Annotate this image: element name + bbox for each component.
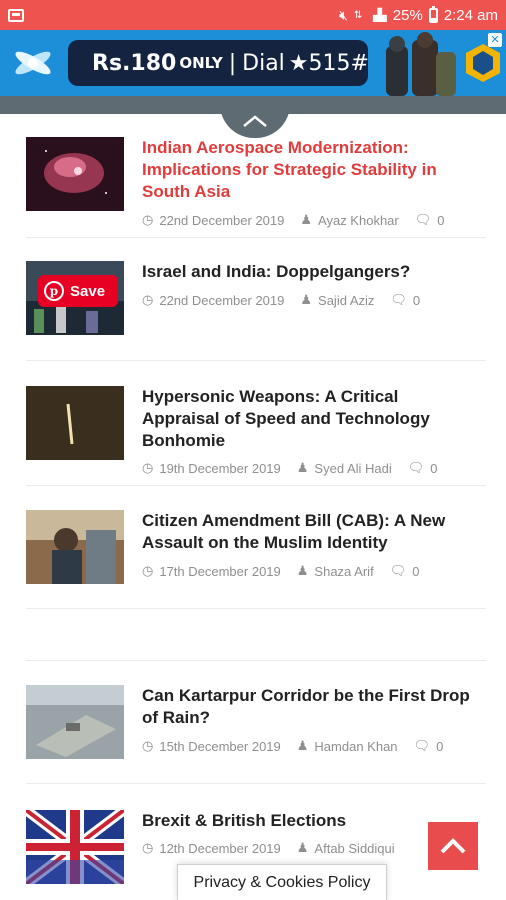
comment-icon[interactable]: 🗨︎ xyxy=(390,563,407,579)
clock: 2:24 am xyxy=(443,6,498,24)
battery-icon xyxy=(428,5,438,23)
article-meta: ◷ 12th December 2019 ♟ Aftab Siddiqui xyxy=(142,840,395,856)
article-title[interactable]: Brexit & British Elections xyxy=(142,810,472,832)
article-date: 15th December 2019 xyxy=(159,738,281,754)
divider xyxy=(26,608,486,609)
chevron-up-icon xyxy=(243,115,267,127)
article-author[interactable]: Sajid Aziz xyxy=(318,293,374,308)
article-meta: ◷ 22nd December 2019 ♟ Sajid Aziz 🗨︎ 0 xyxy=(142,292,420,308)
comment-icon[interactable]: 🗨︎ xyxy=(414,738,431,754)
pinterest-icon: p xyxy=(44,281,64,301)
article-date: 17th December 2019 xyxy=(159,563,281,579)
article-meta: ◷ 15th December 2019 ♟ Hamdan Khan 🗨︎ 0 xyxy=(142,738,443,754)
article-date: 19th December 2019 xyxy=(159,460,281,476)
article-date: 12th December 2019 xyxy=(159,840,281,856)
article-title[interactable]: Israel and India: Doppelgangers? xyxy=(142,261,472,283)
clock-icon: ◷ xyxy=(142,738,154,753)
collapse-header-button[interactable] xyxy=(220,104,290,138)
article-author[interactable]: Shaza Arif xyxy=(314,564,373,579)
close-icon[interactable]: ✕ xyxy=(488,33,502,47)
user-icon: ♟ xyxy=(296,563,309,578)
divider xyxy=(26,660,486,661)
article-thumbnail[interactable] xyxy=(26,386,124,460)
comment-count[interactable]: 0 xyxy=(437,213,444,228)
clock-icon: ◷ xyxy=(142,460,154,475)
ad-game-characters-image xyxy=(386,32,456,96)
status-indicators: 🔇︎ ⇅ ▗▙ 25% 2:24 am xyxy=(339,5,498,24)
ad-price: Rs.180 xyxy=(92,50,177,76)
battery-percent: 25% xyxy=(392,6,423,24)
telenor-logo-icon xyxy=(15,51,51,75)
privacy-cookies-button[interactable]: Privacy & Cookies Policy xyxy=(177,864,387,900)
comment-icon[interactable]: 🗨︎ xyxy=(415,212,432,228)
divider xyxy=(26,360,486,361)
article-title[interactable]: Citizen Amendment Bill (CAB): A New Assa… xyxy=(142,510,472,554)
divider xyxy=(26,485,486,486)
clock-icon: ◷ xyxy=(142,292,154,307)
ad-dial-code: ★515# xyxy=(288,50,369,76)
mute-icon: 🔇︎ xyxy=(339,6,348,23)
clock-icon: ◷ xyxy=(142,840,154,855)
ad-price-suffix: ONLY xyxy=(179,54,223,72)
user-icon: ♟ xyxy=(300,292,313,307)
ad-separator: | xyxy=(228,50,237,76)
article-meta: ◷ 19th December 2019 ♟ Syed Ali Hadi 🗨︎ … xyxy=(142,460,438,476)
status-bar: 🔇︎ ⇅ ▗▙ 25% 2:24 am xyxy=(0,0,506,30)
user-icon: ♟ xyxy=(296,840,309,855)
comment-count[interactable]: 0 xyxy=(436,739,443,754)
pinterest-save-button[interactable]: p Save xyxy=(38,275,118,307)
user-icon: ♟ xyxy=(300,212,313,227)
clock-icon: ◷ xyxy=(142,563,154,578)
comment-icon[interactable]: 🗨︎ xyxy=(408,460,425,476)
comment-count[interactable]: 0 xyxy=(412,564,419,579)
article-title[interactable]: Hypersonic Weapons: A Critical Appraisal… xyxy=(142,386,472,452)
scroll-to-top-button[interactable] xyxy=(428,822,478,870)
divider xyxy=(26,237,486,238)
comment-icon[interactable]: 🗨︎ xyxy=(390,292,407,308)
signal-icon: ▗▙ xyxy=(368,8,387,22)
chevron-up-icon xyxy=(440,838,466,854)
clock-icon: ◷ xyxy=(142,212,154,227)
ad-game-badge-icon xyxy=(466,44,500,82)
divider xyxy=(26,783,486,784)
article-title[interactable]: Can Kartarpur Corridor be the First Drop… xyxy=(142,685,472,729)
article-author[interactable]: Syed Ali Hadi xyxy=(314,461,391,476)
ad-offer-pill[interactable]: Rs.180 ONLY | Dial ★515# xyxy=(68,40,369,86)
article-author[interactable]: Hamdan Khan xyxy=(314,739,397,754)
user-icon: ♟ xyxy=(296,460,309,475)
article-author[interactable]: Aftab Siddiqui xyxy=(314,841,394,856)
comment-count[interactable]: 0 xyxy=(430,461,437,476)
article-date: 22nd December 2019 xyxy=(159,212,285,228)
article-meta: ◷ 17th December 2019 ♟ Shaza Arif 🗨︎ 0 xyxy=(142,563,419,579)
ad-banner[interactable]: Rs.180 ONLY | Dial ★515# ✕ xyxy=(0,30,506,96)
article-title[interactable]: Indian Aerospace Modernization: Implicat… xyxy=(142,137,472,203)
article-thumbnail[interactable] xyxy=(26,510,124,584)
article-meta: ◷ 22nd December 2019 ♟ Ayaz Khokhar 🗨︎ 0 xyxy=(142,212,444,228)
article-thumbnail[interactable] xyxy=(26,685,124,759)
user-icon: ♟ xyxy=(296,738,309,753)
article-author[interactable]: Ayaz Khokhar xyxy=(318,213,399,228)
save-label: Save xyxy=(70,282,106,300)
notification-icon xyxy=(8,8,24,22)
article-thumbnail[interactable] xyxy=(26,810,124,884)
ad-dial-label: Dial xyxy=(242,50,285,76)
comment-count[interactable]: 0 xyxy=(413,293,420,308)
data-icon: ⇅ xyxy=(353,9,363,21)
article-date: 22nd December 2019 xyxy=(159,292,285,308)
article-thumbnail[interactable] xyxy=(26,137,124,211)
